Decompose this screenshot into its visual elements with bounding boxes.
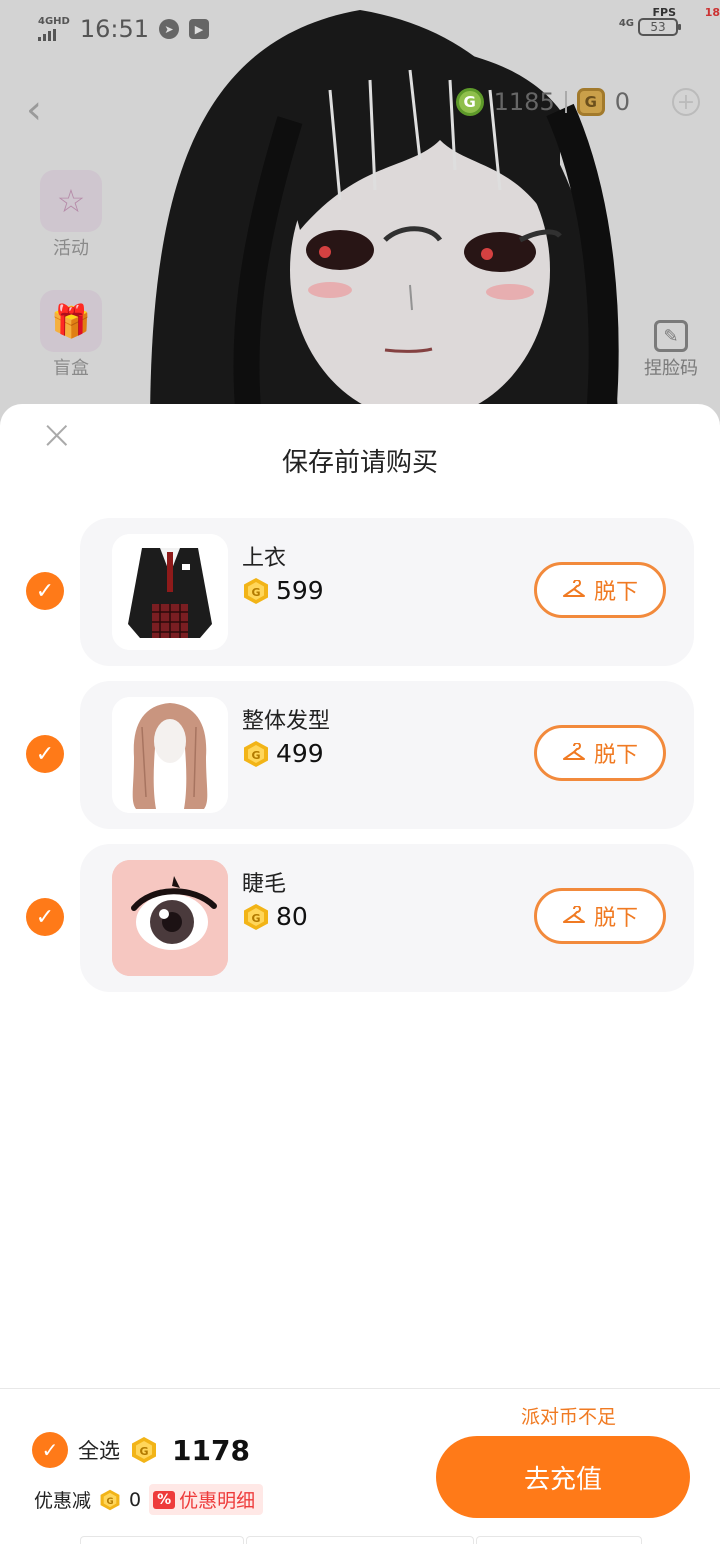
item-card: 上衣 G 599 脱下 <box>80 518 694 666</box>
face-code-label: 捏脸码 <box>644 358 698 379</box>
green-coin-balance: 1185 <box>493 88 555 116</box>
blindbox-entry[interactable]: 🎁 盲盒 <box>38 290 104 380</box>
insufficient-coins-warning: 派对币不足 <box>520 1406 616 1428</box>
party-coin-icon: G <box>130 1436 158 1464</box>
item-name: 上衣 <box>242 546 287 571</box>
add-coins-button[interactable]: + <box>672 88 700 116</box>
battery-icon: 53 <box>638 18 681 36</box>
party-coin-icon: G <box>242 740 270 768</box>
activity-entry[interactable]: ☆ 活动 <box>38 170 104 260</box>
item-checkbox[interactable]: ✓ <box>26 898 64 936</box>
discount-row: 优惠减 G 0 % 优惠明细 <box>34 1484 264 1515</box>
compass-icon: ➤ <box>159 19 180 39</box>
item-checkbox[interactable]: ✓ <box>26 735 64 773</box>
take-off-label: 脱下 <box>593 580 638 605</box>
item-price: G 499 <box>242 739 324 768</box>
clock: 16:51 <box>79 15 150 43</box>
bottom-edge-tab <box>476 1536 642 1544</box>
signal-bars-icon <box>38 29 70 41</box>
party-coin-balance: 0 <box>614 88 630 116</box>
item-price-value: 599 <box>276 576 324 605</box>
take-off-label: 脱下 <box>593 743 638 768</box>
party-coin-icon: G <box>242 577 270 605</box>
fps-value: 18 <box>704 6 720 19</box>
item-thumbnail-eyelash <box>112 860 228 976</box>
select-all-label: 全选 <box>78 1439 120 1463</box>
discount-detail-label: 优惠明细 <box>179 1490 256 1512</box>
svg-text:G: G <box>251 912 260 925</box>
hanger-icon <box>562 580 585 597</box>
wallet-divider <box>564 91 567 113</box>
avatar-scene: 4GHD 16:51 ➤ ▶ FPS 18 4G 53 ‹ G 1185 G 0… <box>0 0 720 430</box>
battery-level: 53 <box>650 20 666 34</box>
discount-label: 优惠减 <box>34 1490 92 1512</box>
item-card: 睫毛 G 80 脱下 <box>80 844 694 992</box>
total-price: 1178 <box>172 1433 250 1467</box>
wallet-bar: G 1185 G 0 + <box>455 88 700 116</box>
item-name: 睫毛 <box>242 872 287 897</box>
list-item: ✓ 整体发型 G 499 脱下 <box>0 681 720 829</box>
chevron-left-icon: ‹ <box>26 87 42 133</box>
hanger-icon <box>562 743 585 760</box>
take-off-button[interactable]: 脱下 <box>534 725 666 781</box>
item-name: 整体发型 <box>242 709 331 734</box>
network-type: 4GHD <box>38 16 70 27</box>
take-off-label: 脱下 <box>593 906 638 931</box>
percent-icon: % <box>153 1490 176 1509</box>
svg-text:G: G <box>139 1445 148 1458</box>
blindbox-label: 盲盒 <box>53 358 89 379</box>
party-coin-icon: G <box>576 88 605 116</box>
item-price-value: 80 <box>276 902 308 931</box>
hair-icon <box>112 697 228 813</box>
gift-box-icon: 🎁 <box>40 290 102 352</box>
recharge-label: 去充值 <box>523 1464 602 1495</box>
bottom-edge-tab <box>246 1536 474 1544</box>
select-all-toggle[interactable]: ✓ 全选 G 1178 <box>32 1432 250 1468</box>
green-coin-icon: G <box>455 88 484 116</box>
footer-divider <box>0 1388 720 1389</box>
hanger-icon <box>562 906 585 923</box>
svg-text:G: G <box>251 586 260 599</box>
signal-indicator: 4GHD <box>38 17 70 41</box>
jacket-icon <box>112 534 228 650</box>
list-item: ✓ 睫毛 G 80 脱下 <box>0 844 720 992</box>
item-thumbnail-top <box>112 534 228 650</box>
status-bar: 4GHD 16:51 ➤ ▶ <box>38 12 210 46</box>
purchase-sheet: × 保存前请购买 ✓ 上衣 G 599 脱下 ✓ 整体发型 G 499 脱下 ✓… <box>0 404 720 1544</box>
discount-value: 0 <box>129 1488 142 1511</box>
check-icon: ✓ <box>32 1432 68 1468</box>
list-item: ✓ 上衣 G 599 脱下 <box>0 518 720 666</box>
star-icon: ☆ <box>40 170 102 232</box>
edit-icon: ✎ <box>654 320 688 352</box>
svg-text:G: G <box>251 749 260 762</box>
back-button[interactable]: ‹ <box>26 90 42 130</box>
take-off-button[interactable]: 脱下 <box>534 562 666 618</box>
eye-icon <box>112 860 228 976</box>
sheet-title: 保存前请购买 <box>281 448 438 478</box>
item-price: G 599 <box>242 576 324 605</box>
item-checkbox[interactable]: ✓ <box>26 572 64 610</box>
play-icon: ▶ <box>189 19 210 39</box>
item-card: 整体发型 G 499 脱下 <box>80 681 694 829</box>
recharge-button[interactable]: 去充值 <box>436 1436 690 1518</box>
network-type-right: 4G <box>618 18 634 29</box>
item-price-value: 499 <box>276 739 324 768</box>
activity-label: 活动 <box>53 238 89 259</box>
take-off-button[interactable]: 脱下 <box>534 888 666 944</box>
svg-text:G: G <box>106 1496 113 1506</box>
party-coin-icon: G <box>99 1489 121 1511</box>
item-price: G 80 <box>242 902 308 931</box>
item-thumbnail-hair <box>112 697 228 813</box>
face-code-button[interactable]: ✎ 捏脸码 <box>644 320 698 380</box>
party-coin-icon: G <box>242 903 270 931</box>
discount-detail-button[interactable]: % 优惠明细 <box>149 1484 264 1515</box>
bottom-edge-tab <box>80 1536 244 1544</box>
